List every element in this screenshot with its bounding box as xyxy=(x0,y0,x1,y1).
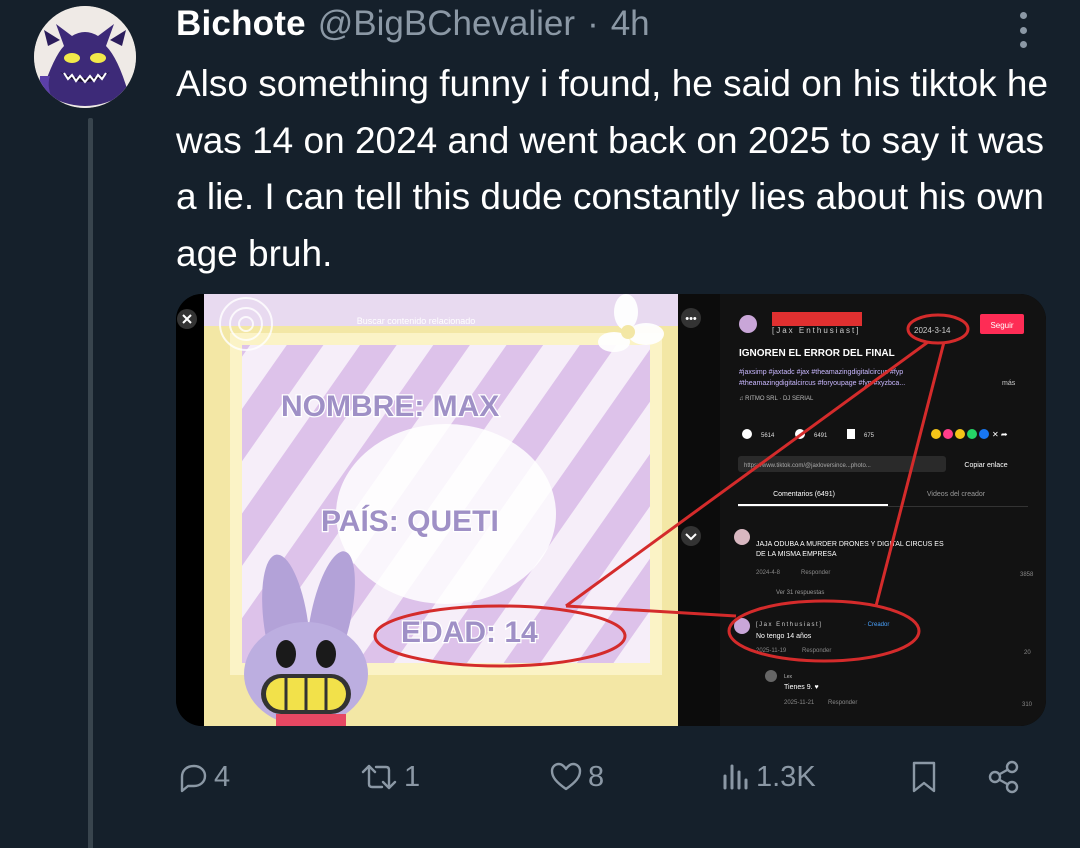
reply2-likes: 310 xyxy=(1022,702,1033,708)
share-button[interactable] xyxy=(986,752,1022,802)
reply-respond: Responder xyxy=(802,648,831,654)
card-nombre-text: NOMBRE: MAX xyxy=(281,390,499,423)
copy-link-button: Copiar enlace xyxy=(964,462,1007,469)
follow-button: Seguir xyxy=(990,321,1013,330)
creator-badge: · Creador xyxy=(864,622,889,628)
separator-dot: · xyxy=(587,4,599,43)
user-handle[interactable]: @BigBChevalier xyxy=(318,4,575,44)
display-name[interactable]: Bichote xyxy=(176,4,306,44)
more-link: más xyxy=(1002,380,1016,387)
view-replies: Ver 31 respuestas xyxy=(776,590,824,596)
like-button[interactable]: 8 xyxy=(548,752,604,802)
comments-count: 6491 xyxy=(814,433,828,439)
view-count: 1.3K xyxy=(756,760,816,793)
reply2-respond: Responder xyxy=(828,700,857,706)
thread-line xyxy=(88,118,93,848)
analytics-icon xyxy=(723,764,748,790)
avatar-image xyxy=(34,6,136,108)
card-edad-text: EDAD: 14 xyxy=(401,616,538,649)
share-icon xyxy=(988,760,1019,794)
more-dot-icon xyxy=(1019,26,1027,34)
reply-text: No tengo 14 años xyxy=(756,633,812,640)
post-author: [Jax Enthusiast] xyxy=(772,326,860,335)
tweet-header: Bichote @BigBChevalier · 4h xyxy=(176,4,650,48)
post-sound: ♫ RITMO SRL · DJ SERIAL xyxy=(739,396,814,402)
repost-button[interactable]: 1 xyxy=(358,752,420,802)
avatar[interactable] xyxy=(34,6,136,108)
more-dot-icon xyxy=(1019,41,1027,48)
more-dot-icon xyxy=(1019,12,1027,19)
reply2-date: 2025-11-21 xyxy=(784,700,815,706)
post-hashtags-2: #theamazingdigitalcircus #foryoupage #fy… xyxy=(739,380,905,387)
tweet-text: Also something funny i found, he said on… xyxy=(176,63,1049,274)
post-title: IGNOREN EL ERROR DEL FINAL xyxy=(739,348,895,359)
bookmark-icon xyxy=(912,761,936,793)
image-search-text: Buscar contenido relacionado xyxy=(357,316,476,326)
reply-likes: 20 xyxy=(1024,650,1031,656)
saves-count: 675 xyxy=(864,433,875,439)
comment1-text-2: DE LA MISMA EMPRESA xyxy=(756,551,837,558)
views-button[interactable]: 1.3K xyxy=(720,752,816,802)
like-count: 8 xyxy=(588,760,605,793)
bookmark-button[interactable] xyxy=(908,752,940,802)
post-hashtags-1: #jaxsimp #jaxtadc #jax #theamazingdigita… xyxy=(739,369,903,376)
action-bar: 4 1 8 1.3K xyxy=(176,752,1036,802)
reply2-author: Lex xyxy=(784,674,793,680)
repost-icon xyxy=(361,764,397,790)
reply-button[interactable]: 4 xyxy=(176,752,230,802)
reply-count: 4 xyxy=(214,760,231,793)
creator-videos-tab: Videos del creador xyxy=(927,491,986,498)
reply2-text: Tienes 9. ♥ xyxy=(784,684,819,691)
likes-count: 5614 xyxy=(761,433,775,439)
image-more-icon: ••• xyxy=(685,313,697,325)
card-pais-text: PAÍS: QUETI xyxy=(321,504,499,538)
heart-icon xyxy=(550,762,582,791)
more-options-button[interactable] xyxy=(1010,10,1036,50)
reply-icon xyxy=(180,764,207,793)
comment1-likes: 3858 xyxy=(1020,572,1034,578)
comment1-text-1: JAJA ODUBA A MURDER DRONES Y DIGITAL CIR… xyxy=(756,541,944,548)
comments-tab: Comentarios (6491) xyxy=(773,491,835,498)
reply-author: [Jax Enthusiast] xyxy=(756,622,822,628)
svg-text:✕ ➦: ✕ ➦ xyxy=(992,430,1008,439)
media-close-button[interactable] xyxy=(177,309,197,329)
post-date: 2024-3-14 xyxy=(914,326,951,335)
comment1-date: 2024-4-8 xyxy=(756,570,781,576)
repost-count: 1 xyxy=(404,760,421,793)
timestamp[interactable]: 4h xyxy=(611,4,650,44)
comment1-reply: Responder xyxy=(801,570,830,576)
tweet-media-image[interactable]: Buscar contenido relacionado NOMBRE: MAX… xyxy=(176,294,1046,726)
